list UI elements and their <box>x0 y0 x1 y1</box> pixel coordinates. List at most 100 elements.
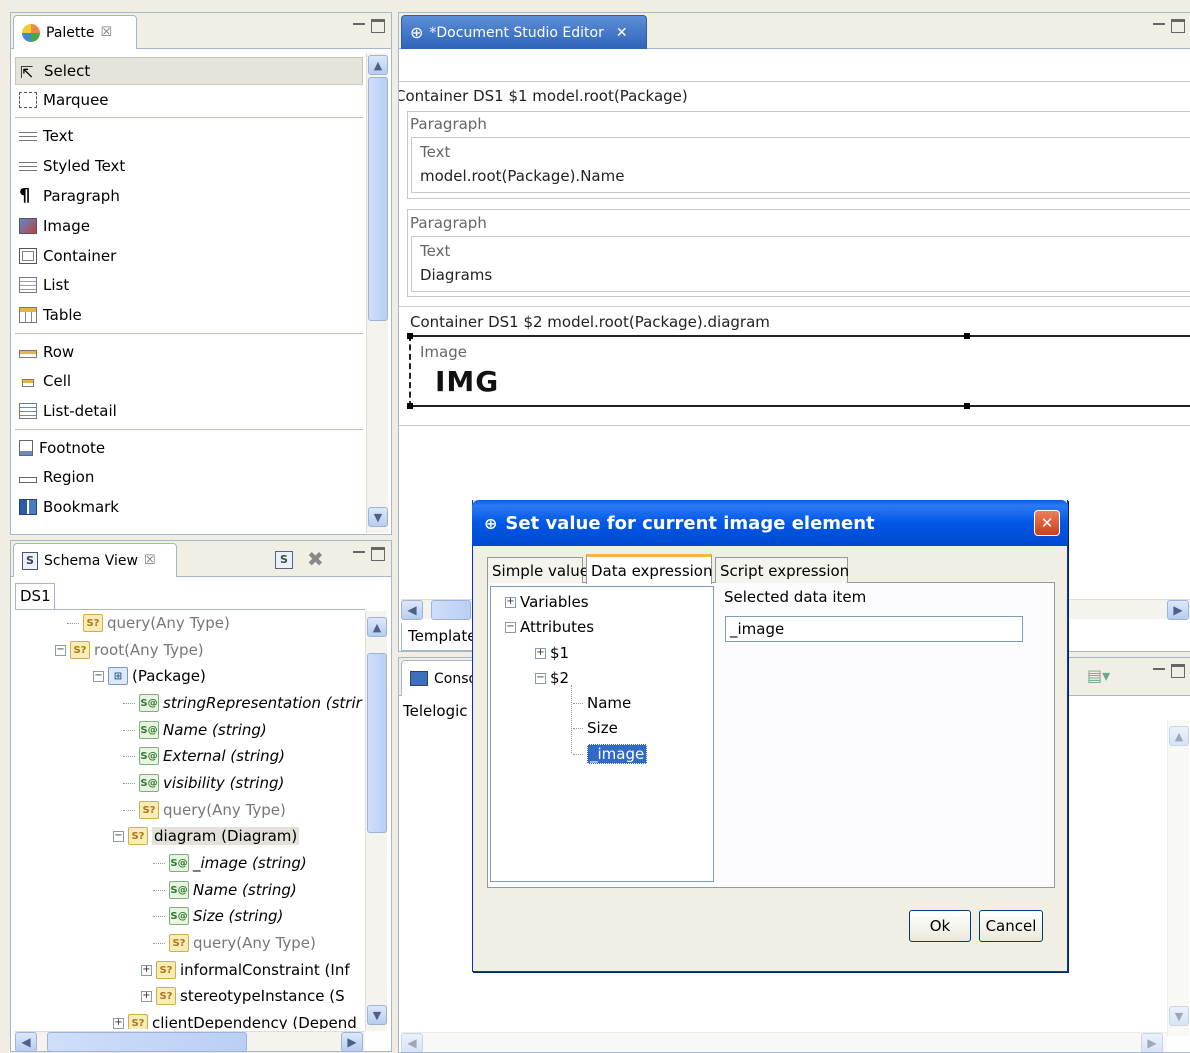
schema-tree-item[interactable]: + S? clientDependency (Depend <box>113 1010 357 1029</box>
new-schema-icon[interactable]: S <box>275 551 293 569</box>
scroll-left-icon[interactable]: ◀ <box>15 1032 37 1052</box>
selection-handle[interactable] <box>407 403 413 409</box>
scroll-right-icon[interactable]: ▶ <box>341 1032 363 1052</box>
schema-tree-item[interactable]: + S? informalConstraint (Inf <box>141 957 350 983</box>
palette-item-list-detail[interactable]: List-detail <box>15 397 363 425</box>
expand-icon[interactable]: + <box>535 647 546 659</box>
collapse-icon[interactable]: − <box>505 621 516 633</box>
scroll-thumb[interactable] <box>431 600 471 620</box>
selection-handle[interactable] <box>964 333 970 339</box>
scroll-thumb[interactable] <box>367 653 387 833</box>
scroll-down-icon[interactable]: ▼ <box>368 507 388 527</box>
palette-item-marquee[interactable]: Marquee <box>15 86 363 114</box>
scroll-up-icon[interactable]: ▲ <box>367 617 387 637</box>
schema-tab[interactable]: S Schema View ☒ <box>13 543 177 577</box>
schema-tree-item[interactable]: S@ Name (string) <box>153 877 297 903</box>
schema-ds-tab[interactable]: DS1 <box>15 583 55 609</box>
tab-data-expression[interactable]: Data expression <box>586 554 713 584</box>
close-icon[interactable]: ☒ <box>101 25 113 40</box>
new-console-icon[interactable]: ▤▾ <box>1087 666 1110 685</box>
tree-item-variables[interactable]: + Variables <box>505 589 589 615</box>
palette-item-select[interactable]: ⇱ Select <box>15 57 363 85</box>
scroll-right-icon[interactable]: ▶ <box>1167 600 1189 620</box>
minimize-icon[interactable] <box>1153 23 1165 27</box>
maximize-icon[interactable] <box>371 547 385 561</box>
tree-item-d2[interactable]: − $2 <box>535 665 569 691</box>
schema-tree-item[interactable]: S@ Size (string) <box>153 903 283 929</box>
scroll-thumb[interactable] <box>368 77 388 321</box>
delete-icon[interactable]: ✖ <box>307 547 324 571</box>
minimize-icon[interactable] <box>1153 668 1165 672</box>
tree-item-image[interactable]: _image <box>573 741 648 767</box>
schema-tree-item[interactable]: S? query(Any Type) <box>123 797 286 823</box>
schema-tree-item[interactable]: + S? stereotypeInstance (S <box>141 983 345 1009</box>
schema-tree-item[interactable]: − S? diagram (Diagram) <box>113 823 300 849</box>
minimize-icon[interactable] <box>353 23 365 27</box>
collapse-icon[interactable]: − <box>113 830 124 842</box>
editor-tab[interactable]: ⊕ *Document Studio Editor ✕ <box>401 15 647 49</box>
image-box[interactable] <box>409 335 1190 407</box>
expand-icon[interactable]: + <box>113 1017 124 1029</box>
palette-item-container[interactable]: Container <box>15 242 363 270</box>
scroll-right-icon[interactable]: ▶ <box>1141 1033 1163 1053</box>
palette-scrollbar[interactable]: ▲ ▼ <box>366 53 388 533</box>
schema-scrollbar[interactable]: ▲ ▼ <box>365 611 387 1031</box>
tree-item-attributes[interactable]: − Attributes <box>505 614 594 640</box>
schema-tree-item[interactable]: S@ Name (string) <box>123 717 267 743</box>
schema-tree-item[interactable]: − ⊞ (Package) <box>93 663 206 689</box>
schema-hscrollbar[interactable]: ◀ ▶ <box>15 1031 365 1052</box>
ok-button[interactable]: Ok <box>909 910 971 942</box>
scroll-up-icon[interactable]: ▲ <box>368 55 388 75</box>
selected-data-input[interactable]: _image <box>725 616 1023 642</box>
collapse-icon[interactable]: − <box>55 644 66 656</box>
schema-tree-item[interactable]: S@ _image (string) <box>153 850 307 876</box>
expand-icon[interactable]: + <box>505 596 516 608</box>
schema-tree-item[interactable]: S@ visibility (string) <box>123 770 284 796</box>
scroll-down-icon[interactable]: ▼ <box>367 1005 387 1025</box>
scroll-thumb[interactable] <box>47 1032 247 1052</box>
cancel-button[interactable]: Cancel <box>979 910 1043 942</box>
palette-item-paragraph[interactable]: ¶ Paragraph <box>15 182 363 210</box>
scroll-down-icon[interactable]: ▼ <box>1169 1006 1189 1026</box>
console-hscrollbar[interactable]: ◀ ▶ <box>401 1032 1167 1053</box>
tree-item-name[interactable]: Name <box>573 690 631 716</box>
schema-tree-item[interactable]: S@ External (string) <box>123 743 285 769</box>
palette-item-image[interactable]: Image <box>15 212 363 240</box>
tab-simple-value[interactable]: Simple value <box>487 557 589 583</box>
tree-item-size[interactable]: Size <box>573 715 618 741</box>
console-scrollbar[interactable]: ▲ ▼ <box>1167 720 1189 1036</box>
maximize-icon[interactable] <box>371 19 385 33</box>
close-icon[interactable]: ☒ <box>144 553 156 568</box>
palette-item-list[interactable]: List <box>15 271 363 299</box>
close-icon[interactable]: ✕ <box>616 25 628 41</box>
schema-tree-item[interactable]: S? query(Any Type) <box>153 930 316 956</box>
dialog-titlebar[interactable]: ⊕ Set value for current image element ✕ <box>472 500 1068 546</box>
selection-handle[interactable] <box>964 403 970 409</box>
palette-item-footnote[interactable]: Footnote <box>15 434 363 462</box>
close-icon[interactable]: ✕ <box>1034 510 1060 536</box>
scroll-left-icon[interactable]: ◀ <box>401 600 423 620</box>
palette-item-bookmark[interactable]: Bookmark <box>15 493 363 521</box>
palette-tab[interactable]: Palette ☒ <box>13 15 137 49</box>
palette-item-row[interactable]: Row <box>15 338 363 366</box>
palette-item-region[interactable]: Region <box>15 463 363 491</box>
tab-script-expression[interactable]: Script expression <box>715 557 849 583</box>
collapse-icon[interactable]: − <box>93 670 104 682</box>
expand-icon[interactable]: + <box>141 964 152 976</box>
scroll-left-icon[interactable]: ◀ <box>401 1033 423 1053</box>
schema-tree-item[interactable]: S@ stringRepresentation (strir <box>123 690 362 716</box>
scroll-up-icon[interactable]: ▲ <box>1169 726 1189 746</box>
palette-item-styled-text[interactable]: Styled Text <box>15 152 363 180</box>
tree-item-d1[interactable]: + $1 <box>535 640 569 666</box>
minimize-icon[interactable] <box>353 551 365 555</box>
palette-item-cell[interactable]: Cell <box>15 367 363 395</box>
text-box[interactable] <box>411 236 1190 292</box>
schema-tree-item[interactable]: − S? root(Any Type) <box>55 637 204 663</box>
schema-tree-item[interactable]: S? query(Any Type) <box>67 610 230 636</box>
palette-item-table[interactable]: Table <box>15 301 363 329</box>
maximize-icon[interactable] <box>1171 19 1185 33</box>
data-tree[interactable]: + Variables − Attributes + $1 − $2 Name … <box>490 586 714 882</box>
maximize-icon[interactable] <box>1171 664 1185 678</box>
selection-handle[interactable] <box>407 333 413 339</box>
collapse-icon[interactable]: − <box>535 672 546 684</box>
